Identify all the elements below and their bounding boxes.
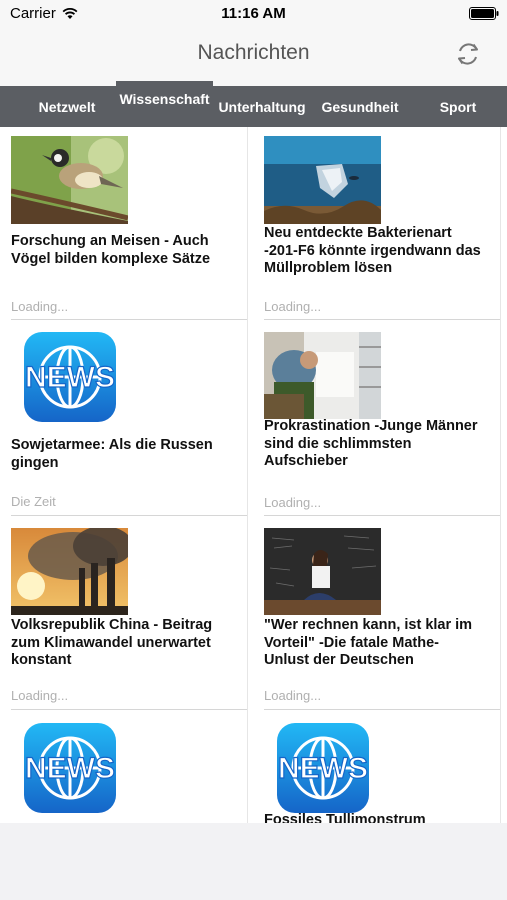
article-card[interactable]: "Wer rechnen kann, ist klar im Vorteil" … <box>264 516 501 710</box>
article-grid: Forschung an Meisen - Auch Vögel bilden … <box>0 127 507 823</box>
tab-sport[interactable]: Sport <box>420 86 496 127</box>
news-app-icon: NEWS <box>277 723 369 813</box>
ocean-plastic-photo <box>264 136 381 224</box>
article-title: Neu entdeckte Bakterienart -201-F6 könnt… <box>264 225 481 276</box>
bird-photo <box>11 136 128 224</box>
tab-unterhaltung[interactable]: Unterhaltung <box>215 86 309 127</box>
refresh-icon[interactable] <box>454 40 482 68</box>
tab-netzwelt[interactable]: Netzwelt <box>14 86 120 127</box>
article-source: Loading... <box>264 299 322 314</box>
tab-wissenschaft[interactable]: Wissenschaft <box>116 78 213 127</box>
chalkboard-photo <box>264 528 381 615</box>
article-card[interactable]: Prokrastination -Junge Männer sind die s… <box>264 320 501 516</box>
article-title: "Wer rechnen kann, ist klar im Vorteil" … <box>264 617 473 668</box>
category-tabs: Netzwelt Wissenschaft Unterhaltung Gesun… <box>0 78 507 127</box>
article-card[interactable]: NEWS Sowjetarmee: Als die Russen gingen … <box>11 320 248 516</box>
status-bar: Carrier 11:16 AM <box>0 0 507 28</box>
article-title: Fossiles Tullimonstrum <box>264 812 426 823</box>
article-title: Sowjetarmee: Als die Russen gingen <box>11 437 213 471</box>
battery-icon <box>469 7 499 20</box>
article-source: Loading... <box>11 299 69 314</box>
news-icon-text: NEWS <box>278 752 368 785</box>
article-source: Die Zeit <box>11 494 56 509</box>
article-card[interactable]: NEWS Fossiles Tullimonstrum <box>264 710 501 823</box>
clock: 11:16 AM <box>221 5 286 22</box>
news-app-icon: NEWS <box>24 332 116 422</box>
article-card[interactable]: Forschung an Meisen - Auch Vögel bilden … <box>11 127 248 320</box>
refrigerator-photo <box>264 332 381 419</box>
article-source: Loading... <box>11 688 69 703</box>
page-title: Nachrichten <box>197 41 310 64</box>
article-source: Loading... <box>264 688 322 703</box>
empty-area <box>0 823 507 900</box>
smokestack-photo <box>11 528 128 615</box>
news-icon-text: NEWS <box>25 361 115 394</box>
article-card[interactable]: NEWS <box>11 710 248 823</box>
article-source: Loading... <box>264 495 322 510</box>
tab-gesundheit[interactable]: Gesundheit <box>316 86 404 127</box>
article-title: Prokrastination -Junge Männer sind die s… <box>264 418 478 469</box>
article-card[interactable]: Volksrepublik China - Beitrag zum Klimaw… <box>11 516 248 710</box>
article-title: Volksrepublik China - Beitrag zum Klimaw… <box>11 617 213 668</box>
article-card[interactable]: Neu entdeckte Bakterienart -201-F6 könnt… <box>264 127 501 320</box>
news-icon-text: NEWS <box>25 752 115 785</box>
news-app-icon: NEWS <box>24 723 116 813</box>
article-title: Forschung an Meisen - Auch Vögel bilden … <box>11 233 211 267</box>
navigation-bar: Nachrichten <box>0 28 507 86</box>
